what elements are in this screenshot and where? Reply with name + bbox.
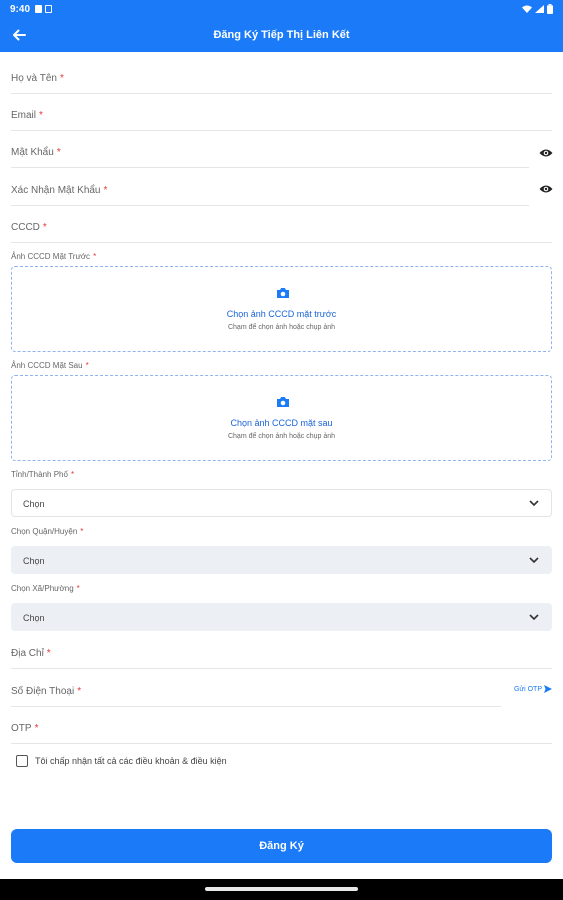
id-back-upload-title: Chọn ảnh CCCD mặt sau bbox=[230, 418, 333, 428]
address-label-text: Địa Chỉ bbox=[11, 648, 44, 659]
district-select-value: Chọn bbox=[23, 556, 45, 566]
province-label-text: Tỉnh/Thành Phố bbox=[11, 470, 68, 479]
confirm-password-field[interactable]: Xác Nhận Mật Khẩu * bbox=[11, 180, 529, 206]
password-label-text: Mật Khẩu bbox=[11, 147, 54, 158]
ward-select[interactable]: Chọn bbox=[11, 603, 552, 631]
district-label-text: Chọn Quận/Huyện bbox=[11, 527, 78, 536]
password-visibility-eye-icon[interactable] bbox=[539, 148, 553, 158]
sim-icon bbox=[35, 5, 43, 13]
app-bar: Đăng Ký Tiếp Thị Liên Kết bbox=[0, 18, 563, 52]
email-label: Email * bbox=[11, 110, 43, 121]
full-name-label-text: Họ và Tên bbox=[11, 73, 57, 84]
full-name-label: Họ và Tên * bbox=[11, 73, 64, 84]
otp-field[interactable]: OTP * bbox=[11, 718, 552, 744]
password-field[interactable]: Mật Khẩu * bbox=[11, 142, 529, 168]
confirm-password-label: Xác Nhận Mật Khẩu * bbox=[11, 185, 107, 196]
terms-row[interactable]: Tôi chấp nhận tất cả các điều khoản & đi… bbox=[16, 755, 227, 767]
required-mark: * bbox=[46, 648, 51, 659]
ward-label: Chọn Xã/Phường * bbox=[11, 584, 80, 593]
confirm-password-visibility-eye-icon[interactable] bbox=[539, 184, 553, 194]
required-mark: * bbox=[39, 110, 43, 121]
required-mark: * bbox=[70, 470, 75, 479]
id-front-upload-subtitle: Chạm để chọn ảnh hoặc chụp ảnh bbox=[227, 324, 336, 331]
register-button-label: Đăng Ký bbox=[259, 840, 304, 852]
home-indicator[interactable] bbox=[205, 887, 358, 891]
wifi-icon bbox=[522, 5, 532, 13]
terms-checkbox[interactable] bbox=[16, 755, 28, 767]
required-mark: * bbox=[103, 185, 108, 196]
required-mark: * bbox=[42, 222, 47, 233]
send-icon bbox=[544, 685, 552, 693]
required-mark: * bbox=[80, 527, 84, 536]
province-label: Tỉnh/Thành Phố * bbox=[11, 470, 74, 479]
required-mark: * bbox=[59, 73, 64, 84]
register-button[interactable]: Đăng Ký bbox=[11, 829, 552, 863]
id-back-label-text: Ảnh CCCD Mặt Sau bbox=[11, 361, 83, 370]
chevron-down-icon bbox=[529, 557, 539, 564]
page-title: Đăng Ký Tiếp Thị Liên Kết bbox=[213, 29, 350, 41]
district-label: Chọn Quận/Huyện * bbox=[11, 527, 83, 536]
ward-label-text: Chọn Xã/Phường bbox=[11, 584, 74, 593]
required-mark: * bbox=[77, 686, 82, 697]
id-back-upload-subtitle: Chạm để chọn ảnh hoặc chụp ảnh bbox=[227, 433, 336, 440]
id-number-label: CCCD * bbox=[11, 222, 47, 233]
terms-text: Tôi chấp nhận tất cả các điều khoản & đi… bbox=[35, 756, 227, 766]
id-front-label: Ảnh CCCD Mặt Trước * bbox=[11, 252, 96, 261]
province-select[interactable]: Chọn bbox=[11, 489, 552, 517]
district-select[interactable]: Chọn bbox=[11, 546, 552, 574]
required-mark: * bbox=[93, 252, 97, 261]
required-mark: * bbox=[34, 723, 39, 734]
address-label: Địa Chỉ * bbox=[11, 648, 51, 659]
status-time: 9:40 bbox=[10, 3, 31, 15]
signal-icon bbox=[535, 5, 544, 13]
chevron-down-icon bbox=[529, 500, 539, 507]
phone-field[interactable]: Số Điện Thoại * bbox=[11, 681, 501, 707]
full-name-field[interactable]: Họ và Tên * bbox=[11, 68, 552, 94]
id-number-field[interactable]: CCCD * bbox=[11, 217, 552, 243]
required-mark: * bbox=[56, 147, 61, 158]
camera-icon bbox=[277, 288, 289, 298]
battery-icon bbox=[547, 4, 553, 14]
id-back-label: Ảnh CCCD Mặt Sau * bbox=[11, 361, 89, 370]
email-field[interactable]: Email * bbox=[11, 105, 552, 131]
phone-label-text: Số Điện Thoại bbox=[11, 686, 75, 697]
back-arrow-icon[interactable] bbox=[10, 26, 28, 44]
id-front-upload[interactable]: Chọn ảnh CCCD mặt trước Chạm để chọn ảnh… bbox=[11, 266, 552, 352]
id-front-label-text: Ảnh CCCD Mặt Trước bbox=[11, 252, 91, 261]
ward-select-value: Chọn bbox=[23, 613, 45, 623]
password-label: Mật Khẩu * bbox=[11, 147, 61, 158]
otp-label-text: OTP bbox=[11, 723, 32, 734]
status-bar: 9:40 bbox=[0, 0, 563, 18]
id-front-upload-title: Chọn ảnh CCCD mặt trước bbox=[226, 309, 337, 319]
screenshot-icon bbox=[45, 5, 53, 13]
phone-label: Số Điện Thoại * bbox=[11, 686, 81, 697]
system-nav-bar bbox=[0, 879, 563, 900]
camera-icon bbox=[277, 397, 289, 407]
id-back-upload[interactable]: Chọn ảnh CCCD mặt sau Chạm để chọn ảnh h… bbox=[11, 375, 552, 461]
id-number-label-text: CCCD bbox=[11, 222, 40, 233]
confirm-password-label-text: Xác Nhận Mật Khẩu bbox=[11, 185, 101, 196]
send-otp-button[interactable]: Gửi OTP bbox=[514, 685, 552, 693]
email-label-text: Email bbox=[11, 110, 37, 121]
send-otp-label: Gửi OTP bbox=[513, 685, 542, 693]
required-mark: * bbox=[76, 584, 80, 593]
otp-label: OTP * bbox=[11, 723, 38, 734]
required-mark: * bbox=[85, 361, 89, 370]
chevron-down-icon bbox=[529, 614, 539, 621]
address-field[interactable]: Địa Chỉ * bbox=[11, 643, 552, 669]
province-select-value: Chọn bbox=[23, 499, 45, 509]
